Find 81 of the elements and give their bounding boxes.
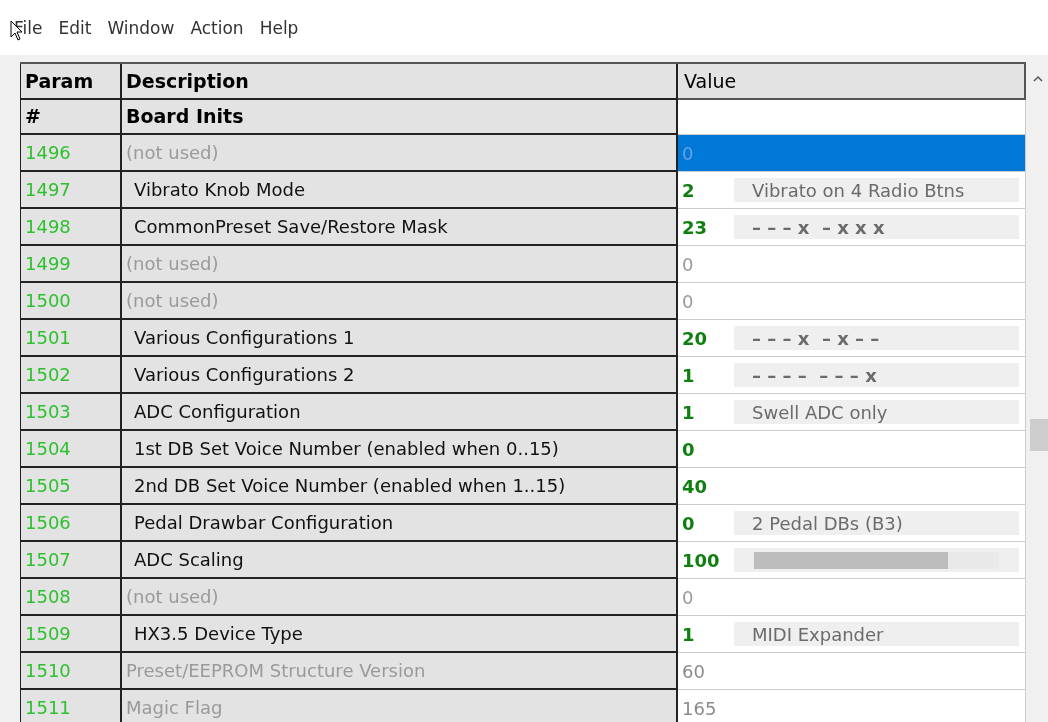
bit-mask: – – – x – x x x	[734, 215, 1019, 239]
value-label: MIDI Expander	[734, 622, 1019, 646]
column-header: Description	[122, 64, 678, 100]
description-cell: Various Configurations 2	[122, 357, 678, 394]
param-number: 1510	[20, 653, 122, 690]
value-cell[interactable]: 100	[678, 542, 1026, 579]
value-number: 100	[682, 548, 718, 573]
section-cell: #	[20, 100, 122, 135]
scroll-up-icon[interactable]	[1033, 75, 1043, 82]
value-number: 0	[682, 585, 695, 610]
description-cell: HX3.5 Device Type	[122, 616, 678, 653]
description-cell: ADC Configuration	[122, 394, 678, 431]
column-header: Value	[678, 64, 1026, 100]
param-number: 1501	[20, 320, 122, 357]
value-number: 0	[682, 252, 695, 277]
description-cell: (not used)	[122, 579, 678, 616]
value-number: 0	[682, 511, 696, 536]
value-number: 1	[682, 400, 696, 425]
column-header: Param	[20, 64, 122, 100]
value-label: Swell ADC only	[734, 400, 1019, 424]
value-cell[interactable]: 23 – – – x – x x x	[678, 209, 1026, 246]
description-cell: 1st DB Set Voice Number (enabled when 0..15)	[122, 431, 678, 468]
bit-mask: – – – x – x – –	[734, 326, 1019, 350]
value-cell[interactable]: 0	[678, 579, 1026, 616]
value-number: 20	[682, 326, 709, 351]
value-cell[interactable]: 0	[678, 246, 1026, 283]
param-number: 1497	[20, 172, 122, 209]
description-cell: ADC Scaling	[122, 542, 678, 579]
description-cell: CommonPreset Save/Restore Mask	[122, 209, 678, 246]
bit-mask: – – – – – – – x	[734, 363, 1019, 387]
value-number: 165	[682, 696, 718, 721]
menu-item[interactable]: Help	[259, 16, 299, 42]
param-number: 1496	[20, 135, 122, 172]
param-number: 1508	[20, 579, 122, 616]
value-number: 0	[682, 289, 695, 314]
value-number: 40	[682, 474, 709, 499]
value-cell[interactable]: 0 2 Pedal DBs (B3)	[678, 505, 1026, 542]
param-number: 1509	[20, 616, 122, 653]
value-cell[interactable]	[678, 100, 1026, 135]
scroll-thumb[interactable]	[1030, 419, 1048, 451]
value-cell[interactable]: 60	[678, 653, 1026, 690]
description-cell: (not used)	[122, 246, 678, 283]
param-number: 1500	[20, 283, 122, 320]
menu-item[interactable]: Window	[107, 16, 175, 42]
param-number: 1502	[20, 357, 122, 394]
value-number: 60	[682, 659, 706, 684]
section-title: Board Inits	[122, 100, 678, 135]
menu-item[interactable]: Action	[190, 16, 244, 42]
value-number: 0	[682, 141, 695, 166]
value-cell[interactable]: 2 Vibrato on 4 Radio Btns	[678, 172, 1026, 209]
param-number: 1498	[20, 209, 122, 246]
value-label: 2 Pedal DBs (B3)	[734, 511, 1019, 535]
description-cell: (not used)	[122, 135, 678, 172]
value-cell[interactable]: 1 MIDI Expander	[678, 616, 1026, 653]
description-cell: Pedal Drawbar Configuration	[122, 505, 678, 542]
value-cell[interactable]: 1 – – – – – – – x	[678, 357, 1026, 394]
param-number: 1511	[20, 690, 122, 722]
description-cell: Various Configurations 1	[122, 320, 678, 357]
value-cell[interactable]: 0	[678, 431, 1026, 468]
description-cell: (not used)	[122, 283, 678, 320]
value-number: 0	[682, 437, 696, 462]
menu-item[interactable]: Edit	[58, 16, 92, 42]
param-number: 1499	[20, 246, 122, 283]
param-number: 1507	[20, 542, 122, 579]
value-number: 2	[682, 178, 696, 203]
description-cell: Vibrato Knob Mode	[122, 172, 678, 209]
description-cell: Preset/EEPROM Structure Version	[122, 653, 678, 690]
value-number: 23	[682, 215, 709, 240]
description-cell: 2nd DB Set Voice Number (enabled when 1..15)	[122, 468, 678, 505]
param-number: 1505	[20, 468, 122, 505]
value-cell[interactable]: 40	[678, 468, 1026, 505]
value-number: 1	[682, 622, 696, 647]
value-cell[interactable]: 20 – – – x – x – –	[678, 320, 1026, 357]
value-cell[interactable]: 1 Swell ADC only	[678, 394, 1026, 431]
value-label: Vibrato on 4 Radio Btns	[734, 178, 1019, 202]
param-number: 1503	[20, 394, 122, 431]
value-number: 1	[682, 363, 696, 388]
param-number: 1506	[20, 505, 122, 542]
value-cell[interactable]: 0	[678, 283, 1026, 320]
description-cell: Magic Flag	[122, 690, 678, 722]
param-number: 1504	[20, 431, 122, 468]
